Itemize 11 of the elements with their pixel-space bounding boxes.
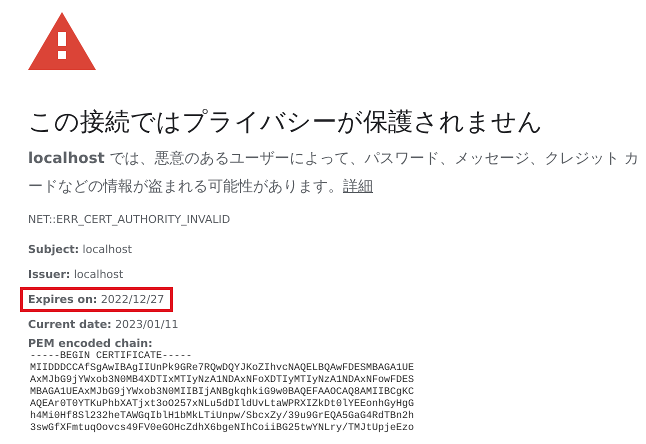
certificate-detail: Issuer: localhost	[27, 266, 124, 282]
warning-message: localhost では、悪意のあるユーザーによって、パスワード、メッセージ、クレジット カードなどの情報が盗まれる可能性があります。詳細	[28, 148, 640, 197]
certificate-detail: Current date: 2023/01/11	[27, 316, 180, 332]
page-heading: この接続ではプライバシーが保護されません	[28, 106, 544, 138]
pem-label: PEM encoded chain:	[28, 336, 154, 350]
details-link[interactable]: 詳細	[343, 177, 373, 195]
error-code: NET::ERR_CERT_AUTHORITY_INVALID	[28, 212, 232, 228]
pem-certificate: -----BEGIN CERTIFICATE----- MIIDDDCCAfSgAwIBAgIIUnPk9GRe7RQwDQYJKoZIhvcNAQELBQAwFDESMBAGA1UE AxMJbG9jYWxob3N0MB4XDTIxMTIyNzA1NDAxNFoXDTIyMTIyNzA1NDAxNFowFDES MBAGA1UEAxMJbG9jYWxob3N0MIIBIjANBgkqhkiG9w0BAQEFAAOCAQ8AMIIBCgKC AQEAr0T0YTKuPhbXATjxt3oO257xNLu5dDIldUvLtaWPRXIZkDt0lYEEonhGyHgG h4Mi0Hf8Sl232heTAWGqIblH1bMkLTiUnpw/SbcxZy/39u9GrEQA5GaG4RdTBn2h 3swGfXFmtuqOovcs49FV0eGOHcZdhX6bgeNIhCoiiBG25twYNLry/TMJtUpjeEzo	[30, 350, 416, 434]
warning-icon	[28, 12, 96, 70]
certificate-detail: Expires on: 2022/12/27	[20, 286, 174, 312]
certificate-detail: Subject: localhost	[27, 242, 133, 258]
